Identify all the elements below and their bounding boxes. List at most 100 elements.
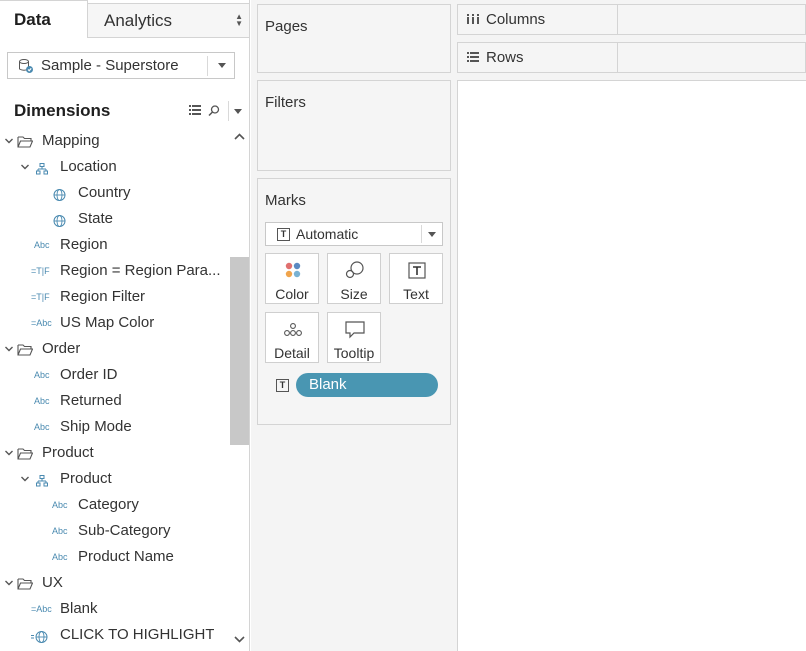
folder-row[interactable]: Product	[0, 440, 230, 466]
abc-string-icon: Abc	[34, 422, 50, 432]
scrollbar[interactable]	[230, 127, 249, 651]
chevron-down-icon[interactable]	[218, 63, 226, 68]
datasource-selector[interactable]: Sample - Superstore	[7, 52, 235, 79]
folder-row[interactable]: UX	[0, 570, 230, 596]
blank-field-pill[interactable]: Blank	[296, 373, 438, 397]
view-list-icon[interactable]	[189, 105, 201, 116]
tab-data[interactable]: Data	[0, 0, 88, 38]
columns-label: Columns	[486, 11, 546, 28]
size-circles-icon	[345, 261, 364, 279]
color-button[interactable]: Color	[265, 253, 319, 304]
field-label: Country	[78, 184, 131, 201]
tab-analytics[interactable]: Analytics ▲ ▼	[88, 3, 250, 38]
field-label: Sub-Category	[78, 522, 171, 539]
field-label: Region = Region Para...	[60, 262, 221, 279]
view-area: Columns Rows	[456, 0, 806, 651]
field-row[interactable]: Country	[0, 180, 230, 206]
detail-button[interactable]: Detail	[265, 312, 319, 363]
chevron-down-icon[interactable]	[428, 232, 436, 237]
view-canvas[interactable]	[457, 80, 806, 651]
text-mark-icon: T	[277, 228, 290, 241]
dimensions-header: Dimensions	[0, 98, 250, 126]
columns-shelf[interactable]: Columns	[457, 4, 806, 35]
marks-card: Marks T Automatic Color Size Text Detail…	[257, 178, 451, 425]
abc-string-icon: Abc	[52, 552, 68, 562]
folder-row[interactable]: Mapping	[0, 128, 230, 154]
scroll-down-icon[interactable]	[234, 636, 245, 643]
tooltip-button[interactable]: Tooltip	[327, 312, 381, 363]
field-row[interactable]: Abc Sub-Category	[0, 518, 230, 544]
field-label: Product	[42, 444, 94, 461]
field-row[interactable]: =Abc Blank	[0, 596, 230, 622]
globe-icon	[53, 189, 66, 201]
field-row[interactable]: =T|F Region Filter	[0, 284, 230, 310]
columns-icon	[467, 14, 479, 24]
chevron-down-icon[interactable]	[4, 448, 14, 458]
field-label: US Map Color	[60, 314, 155, 331]
size-button[interactable]: Size	[327, 253, 381, 304]
field-row[interactable]: CLICK TO HIGHLIGHT	[0, 622, 230, 648]
field-row[interactable]: Product	[0, 466, 230, 492]
string-calc-icon: =Abc	[31, 604, 52, 614]
field-label: Category	[78, 496, 139, 513]
folder-open-icon	[17, 136, 33, 148]
chevron-down-icon[interactable]	[4, 344, 14, 354]
up-down-arrows-icon[interactable]: ▲ ▼	[235, 13, 243, 28]
field-row[interactable]: Abc Region	[0, 232, 230, 258]
field-label: Ship Mode	[60, 418, 132, 435]
folder-open-icon	[17, 578, 33, 590]
abc-string-icon: Abc	[34, 240, 50, 250]
pill-label: Blank	[309, 376, 347, 393]
folder-open-icon	[17, 344, 33, 356]
field-row[interactable]: Abc Order ID	[0, 362, 230, 388]
field-row[interactable]: =Abc US Map Color	[0, 310, 230, 336]
field-label: Product	[60, 470, 112, 487]
field-row[interactable]: =T|F Region = Region Para...	[0, 258, 230, 284]
text-button[interactable]: Text	[389, 253, 443, 304]
rows-icon	[467, 52, 479, 62]
field-row[interactable]: Location	[0, 154, 230, 180]
detail-button-label: Detail	[274, 345, 310, 361]
filters-card[interactable]: Filters	[257, 80, 451, 171]
chevron-down-icon[interactable]	[4, 578, 14, 588]
field-label: UX	[42, 574, 63, 591]
text-mark-icon[interactable]: T	[276, 379, 289, 392]
chevron-down-icon[interactable]	[20, 162, 30, 172]
datasource-icon	[19, 59, 33, 73]
tab-analytics-label: Analytics	[104, 11, 173, 30]
field-row[interactable]: Abc Returned	[0, 388, 230, 414]
side-tabbar: Data Analytics ▲ ▼	[0, 0, 250, 38]
chevron-down-icon[interactable]	[4, 136, 14, 146]
scroll-up-icon[interactable]	[234, 133, 245, 140]
boolean-calc-icon: =T|F	[31, 266, 50, 276]
cards-column: Pages Filters Marks T Automatic Color Si…	[251, 0, 456, 651]
marks-field-row: T Blank	[276, 373, 446, 399]
abc-string-icon: Abc	[52, 526, 68, 536]
divider	[207, 56, 208, 76]
field-label: Order	[42, 340, 81, 357]
field-row[interactable]: State	[0, 206, 230, 232]
chevron-down-icon[interactable]	[20, 474, 30, 484]
mark-type-dropdown[interactable]: T Automatic	[265, 222, 443, 246]
divider	[617, 5, 618, 34]
field-row[interactable]: Abc Ship Mode	[0, 414, 230, 440]
field-label: Order ID	[60, 366, 118, 383]
field-label: Blank	[60, 600, 98, 617]
dimensions-list: Mapping Location Country State Abc Region =T|F…	[0, 127, 230, 651]
field-label: Location	[60, 158, 117, 175]
scrollbar-thumb[interactable]	[230, 257, 249, 445]
search-icon[interactable]	[208, 105, 220, 117]
field-label: CLICK TO HIGHLIGHT	[60, 626, 215, 643]
field-label: Region	[60, 236, 108, 253]
text-icon	[408, 262, 426, 279]
field-row[interactable]: Abc Product Name	[0, 544, 230, 570]
text-button-label: Text	[403, 286, 429, 302]
divider	[617, 43, 618, 72]
pages-title: Pages	[265, 18, 308, 35]
chevron-down-icon[interactable]	[234, 109, 242, 114]
folder-row[interactable]: Order	[0, 336, 230, 362]
field-row[interactable]: Abc Category	[0, 492, 230, 518]
pages-card[interactable]: Pages	[257, 4, 451, 73]
rows-shelf[interactable]: Rows	[457, 42, 806, 73]
color-dots-icon	[285, 262, 301, 278]
